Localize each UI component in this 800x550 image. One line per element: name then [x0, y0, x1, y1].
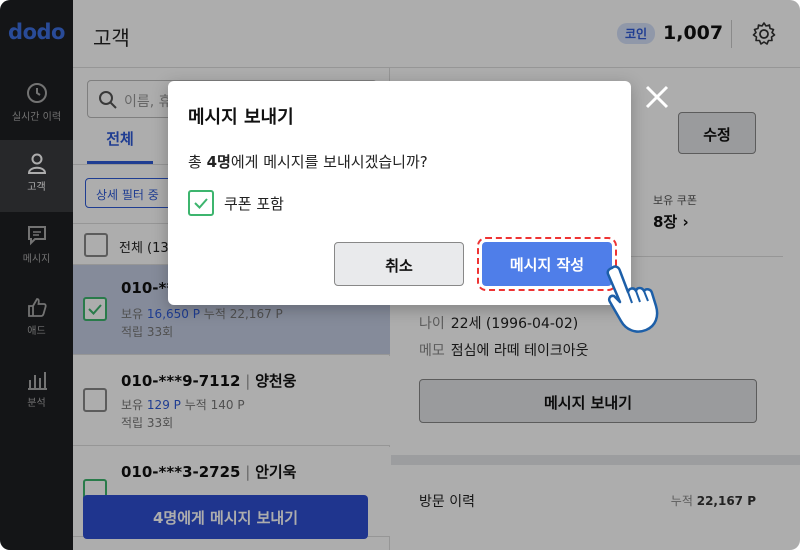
check-icon	[194, 198, 208, 209]
send-message-dialog: 메시지 보내기 총 4명에게 메시지를 보내시겠습니까? 쿠폰 포함 취소 메시…	[168, 81, 631, 305]
cancel-button[interactable]: 취소	[334, 242, 464, 286]
coupon-include-checkbox[interactable]	[188, 190, 214, 216]
close-icon[interactable]	[642, 82, 672, 112]
coupon-include-label: 쿠폰 포함	[224, 195, 284, 213]
pointing-hand-icon	[606, 265, 659, 333]
dialog-title: 메시지 보내기	[188, 107, 294, 128]
app-window: dodo 실시간 이력 고객 메시지 애드 분석 고객 코인 1,007 이름,…	[0, 0, 800, 550]
dialog-message: 총 4명에게 메시지를 보내시겠습니까?	[188, 153, 428, 171]
compose-message-button[interactable]: 메시지 작성	[477, 237, 617, 291]
